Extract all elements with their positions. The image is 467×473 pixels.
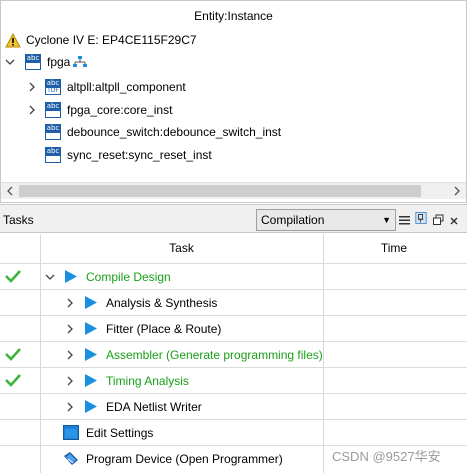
menu-icon[interactable] xyxy=(399,214,410,226)
hierarchy-child-label: debounce_switch:debounce_switch_inst xyxy=(67,125,282,139)
column-header-task[interactable]: Task xyxy=(40,241,323,255)
task-row[interactable]: Analysis & Synthesis xyxy=(0,289,467,315)
tasks-table: Task Time Compile Design Analysis & Synt… xyxy=(0,234,467,473)
chevron-right-icon[interactable] xyxy=(27,82,37,92)
pin-icon[interactable] xyxy=(414,212,428,224)
play-icon[interactable] xyxy=(85,296,97,309)
hierarchy-child-row[interactable]: abc TDF altpll:altpll_component xyxy=(27,76,186,98)
close-icon[interactable] xyxy=(450,215,458,227)
task-label: EDA Netlist Writer xyxy=(106,400,202,414)
task-label: Timing Analysis xyxy=(106,374,189,388)
task-label: Analysis & Synthesis xyxy=(106,296,218,310)
chevron-right-icon[interactable] xyxy=(65,402,75,412)
flow-dropdown[interactable]: Compilation ▼ xyxy=(256,209,396,231)
task-row[interactable]: Assembler (Generate programming files) xyxy=(0,341,467,367)
device-row[interactable]: Cyclone IV E: EP4CE115F29C7 xyxy=(5,29,197,51)
chevron-right-icon[interactable] xyxy=(65,350,75,360)
hierarchy-child-label: altpll:altpll_component xyxy=(67,80,186,94)
top-entity-label: fpga xyxy=(47,55,71,69)
task-label: Program Device (Open Programmer) xyxy=(86,452,283,466)
flow-dropdown-value: Compilation xyxy=(261,213,325,227)
project-hierarchy-panel: Entity:Instance Cyclone IV E: EP4CE115F2… xyxy=(0,0,467,203)
task-row[interactable]: Compile Design xyxy=(0,263,467,289)
restore-icon[interactable] xyxy=(433,214,444,226)
warning-icon xyxy=(5,32,21,47)
watermark-text: CSDN @9527华安 xyxy=(332,449,441,464)
hierarchy-child-row[interactable]: abc fpga_core:core_inst xyxy=(27,99,172,121)
chevron-down-icon: ▼ xyxy=(382,215,391,225)
scrollbar-thumb[interactable] xyxy=(19,185,421,197)
entity-icon: abc xyxy=(45,124,61,140)
tasks-toolbar: Tasks Compilation ▼ xyxy=(0,204,467,233)
checkmark-icon xyxy=(5,348,21,361)
task-label: Edit Settings xyxy=(86,426,154,440)
hierarchy-child-label: sync_reset:sync_reset_inst xyxy=(67,148,212,162)
chevron-right-icon[interactable] xyxy=(27,105,37,115)
entity-icon: abc xyxy=(45,147,61,163)
tasks-panel: Tasks Compilation ▼ Task Time Compile De… xyxy=(0,204,467,473)
hierarchy-child-row[interactable]: abc debounce_switch:debounce_switch_inst xyxy=(45,121,281,143)
task-row[interactable]: EDA Netlist Writer xyxy=(0,393,467,419)
top-entity-row[interactable]: abc fpga xyxy=(5,51,88,73)
play-icon[interactable] xyxy=(85,348,97,361)
checkmark-icon xyxy=(5,374,21,387)
chevron-down-icon[interactable] xyxy=(45,272,55,282)
play-icon[interactable] xyxy=(85,400,97,413)
task-label: Fitter (Place & Route) xyxy=(106,322,222,336)
settings-window-icon[interactable] xyxy=(63,425,79,440)
hierarchy-child-row[interactable]: abc sync_reset:sync_reset_inst xyxy=(45,144,212,166)
task-label: Compile Design xyxy=(86,270,171,284)
entity-icon: abc xyxy=(25,54,41,70)
panel-title: Tasks xyxy=(3,213,34,227)
chevron-down-icon[interactable] xyxy=(5,57,15,67)
hierarchy-child-label: fpga_core:core_inst xyxy=(67,103,173,117)
task-row[interactable]: Timing Analysis xyxy=(0,367,467,393)
task-label: Assembler (Generate programming files) xyxy=(106,348,323,362)
checkmark-icon xyxy=(5,270,21,283)
hierarchy-column-header[interactable]: Entity:Instance xyxy=(1,1,466,29)
scroll-right-icon[interactable] xyxy=(452,186,462,196)
scroll-left-icon[interactable] xyxy=(5,186,15,196)
chevron-right-icon[interactable] xyxy=(65,324,75,334)
task-row[interactable]: Edit Settings xyxy=(0,419,467,445)
play-icon[interactable] xyxy=(85,322,97,335)
task-row[interactable]: Fitter (Place & Route) xyxy=(0,315,467,341)
chevron-right-icon[interactable] xyxy=(65,376,75,386)
column-header-time[interactable]: Time xyxy=(324,241,464,255)
entity-icon: abc xyxy=(45,102,61,118)
hierarchy-icon xyxy=(73,56,88,67)
horizontal-scrollbar[interactable] xyxy=(1,182,466,199)
chevron-right-icon[interactable] xyxy=(65,298,75,308)
programmer-icon[interactable] xyxy=(63,451,79,467)
play-icon[interactable] xyxy=(85,374,97,387)
play-icon[interactable] xyxy=(65,270,77,283)
entity-icon: abc TDF xyxy=(45,79,61,95)
device-label: Cyclone IV E: EP4CE115F29C7 xyxy=(26,33,197,47)
